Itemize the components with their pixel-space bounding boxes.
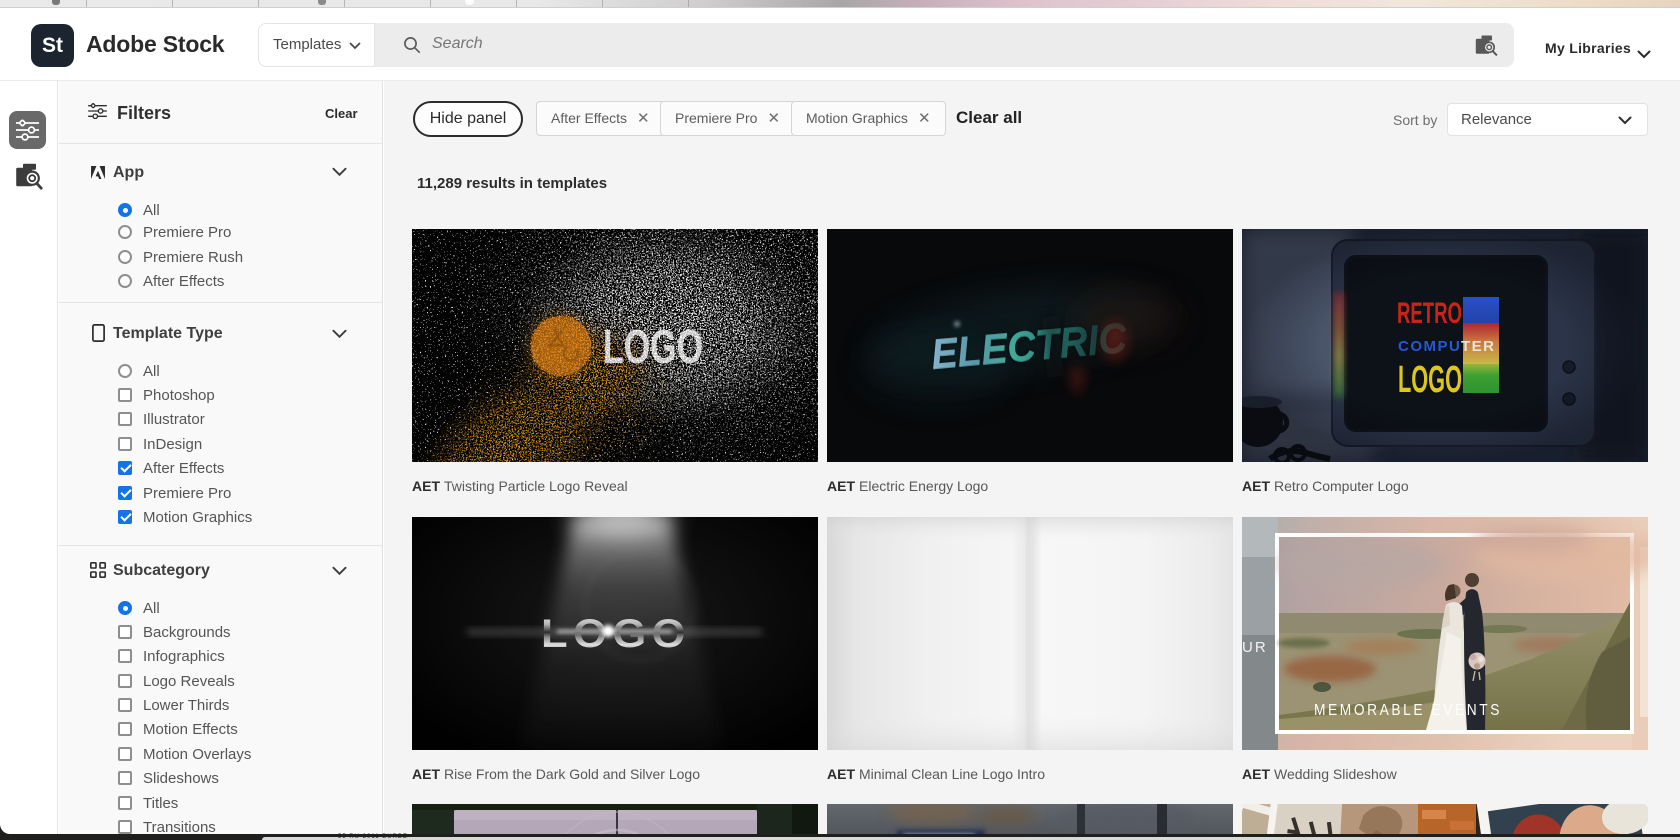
svg-text:UR: UR xyxy=(1242,639,1268,656)
svg-text:LOGO: LOGO xyxy=(603,321,703,374)
svg-text:MEMORABLE EVENTS: MEMORABLE EVENTS xyxy=(1314,702,1502,719)
svg-text:LOGO: LOGO xyxy=(541,612,691,656)
